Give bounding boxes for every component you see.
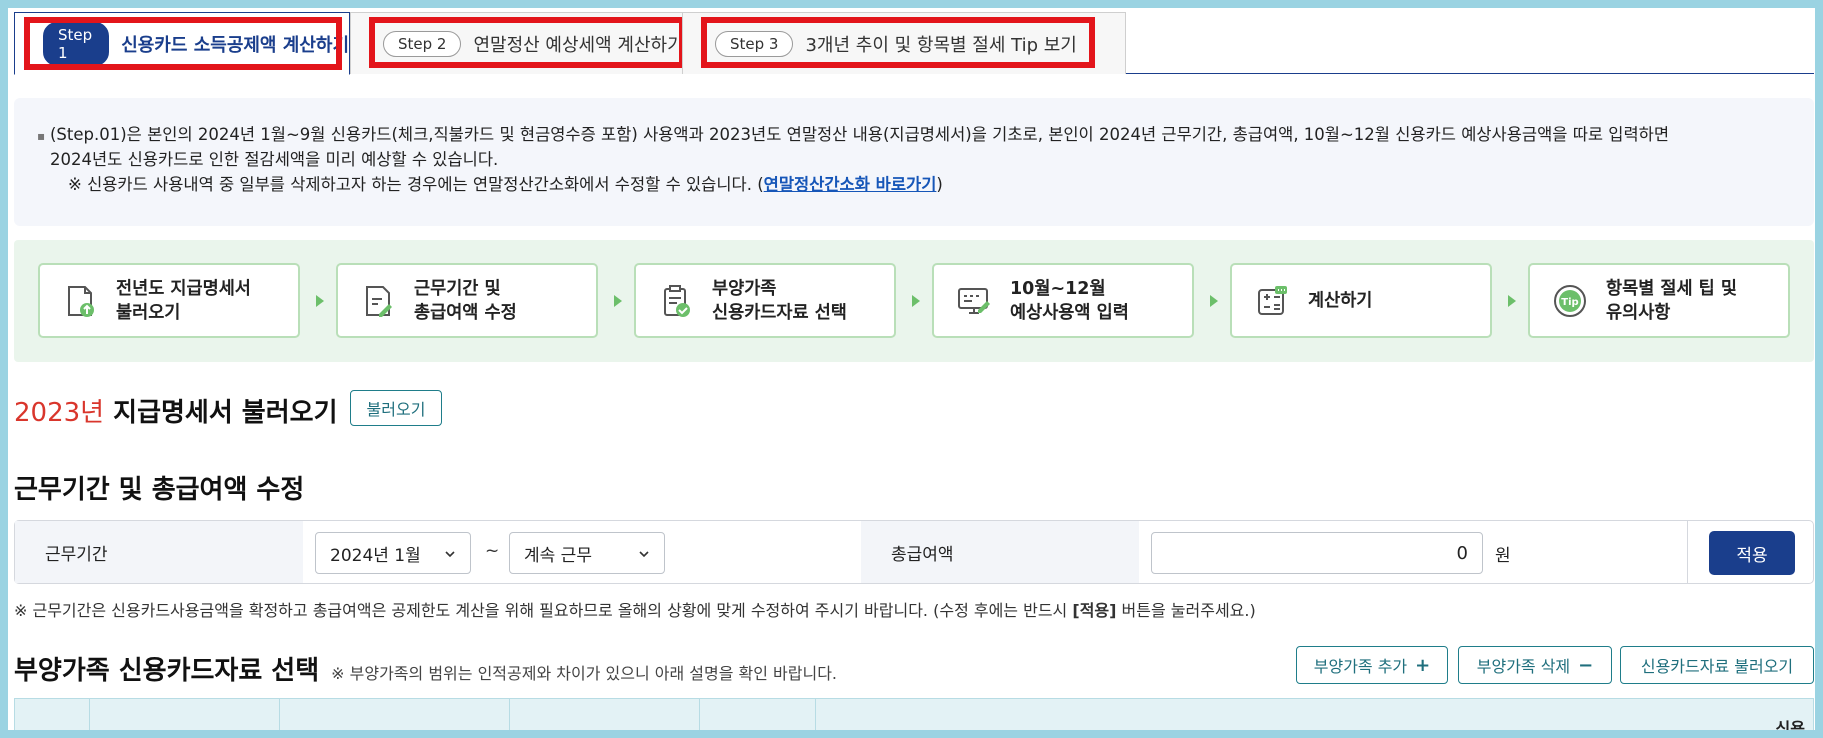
delete-dependent-label: 부양가족 삭제: [1476, 657, 1571, 676]
tab-step-3[interactable]: Step 3 3개년 추이 및 항목별 절세 Tip 보기: [682, 12, 1126, 74]
process-step-load-statement: 전년도 지급명세서 불러오기: [38, 263, 300, 338]
process-step-dependents: 부양가족 신용카드자료 선택: [634, 263, 896, 338]
plus-icon: +: [1415, 654, 1431, 676]
delete-dependent-button[interactable]: 부양가족 삭제 −: [1458, 646, 1612, 684]
arrow-right-icon: [316, 295, 324, 307]
table-column-divider: [509, 699, 510, 738]
tab-highlight-box: [369, 17, 685, 68]
apply-button[interactable]: 적용: [1709, 531, 1795, 575]
start-month-select[interactable]: 2024년 1월: [315, 532, 471, 574]
arrow-right-icon: [1508, 295, 1516, 307]
document-check-icon: [658, 283, 694, 319]
statement-heading: 2023년 지급명세서 불러오기: [14, 392, 338, 429]
notice-line-3-end: ): [936, 175, 943, 194]
add-dependent-label: 부양가족 추가: [1313, 657, 1408, 676]
total-salary-input[interactable]: [1151, 532, 1483, 574]
process-step-label: 항목별 절세 팁 및 유의사항: [1606, 278, 1737, 323]
notice-line-1: (Step.01)은 본인의 2024년 1월~9월 신용카드(체크,직불카드 …: [50, 125, 1670, 144]
document-edit-icon: [360, 283, 396, 319]
salary-label: 총급여액: [861, 521, 1139, 583]
step-tabs: Step 1 신용카드 소득공제액 계산하기 Step 2 연말정산 예상세액 …: [14, 12, 1814, 75]
notice-line-2: 2024년도 신용카드로 인한 절감세액을 미리 예상할 수 있습니다.: [50, 150, 499, 169]
minus-icon: −: [1578, 654, 1594, 676]
period-tilde: ~: [485, 541, 500, 561]
document-upload-icon: [62, 283, 98, 319]
load-statement-button[interactable]: 불러오기: [350, 390, 442, 426]
tab-highlight-box: [24, 17, 342, 70]
table-column-divider: [279, 699, 280, 738]
arrow-right-icon: [912, 295, 920, 307]
process-step-label: 전년도 지급명세서 불러오기: [116, 278, 251, 323]
note-bold: [적용]: [1072, 601, 1117, 620]
statement-year: 2023년: [14, 398, 105, 428]
tip-icon: Tip: [1552, 283, 1588, 319]
process-step-label: 계산하기: [1308, 290, 1373, 311]
chevron-down-icon: [638, 545, 650, 565]
notice-line-3-text: ※ 신용카드 사용내역 중 일부를 삭제하고자 하는 경우에는 연말정산간소화에…: [68, 175, 764, 194]
notice-line-3: ※ 신용카드 사용내역 중 일부를 삭제하고자 하는 경우에는 연말정산간소화에…: [50, 172, 1790, 197]
info-notice: ▪ (Step.01)은 본인의 2024년 1월~9월 신용카드(체크,직불카…: [14, 98, 1814, 226]
dependents-title: 부양가족 신용카드자료 선택: [14, 656, 320, 686]
process-step-label: 10월~12월 예상사용액 입력: [1010, 278, 1129, 323]
process-step-label: 근무기간 및 총급여액 수정: [414, 278, 517, 323]
note-text: ※ 근무기간은 신용카드사용금액을 확정하고 총급여액은 공제한도 계산을 위해…: [14, 601, 1073, 620]
end-month-value: 계속 근무: [524, 545, 592, 566]
table-column-divider: [699, 699, 700, 738]
arrow-right-icon: [614, 295, 622, 307]
table-column-divider: [89, 699, 90, 738]
add-dependent-button[interactable]: 부양가족 추가 +: [1296, 646, 1448, 684]
arrow-right-icon: [1210, 295, 1218, 307]
process-step-label: 부양가족 신용카드자료 선택: [712, 278, 847, 323]
process-step-edit-period: 근무기간 및 총급여액 수정: [336, 263, 598, 338]
calculator-icon: [1254, 283, 1290, 319]
table-column-divider: [815, 699, 816, 738]
process-step-tips: Tip 항목별 절세 팁 및 유의사항: [1528, 263, 1790, 338]
work-section-heading: 근무기간 및 총급여액 수정: [14, 475, 305, 505]
divider: [1687, 521, 1688, 583]
chevron-down-icon: [444, 545, 456, 565]
dependents-table-header: 신용: [14, 698, 1814, 738]
salary-unit: 원: [1495, 546, 1511, 566]
table-header-cell: 신용: [1775, 719, 1805, 738]
work-period-note: ※ 근무기간은 신용카드사용금액을 확정하고 총급여액은 공제한도 계산을 위해…: [14, 597, 1256, 621]
tab-highlight-box: [701, 17, 1095, 68]
monitor-edit-icon: [956, 283, 992, 319]
work-period-row: 근무기간 2024년 1월 ~ 계속 근무 총급여액 원 적용: [14, 520, 1814, 584]
tab-step-1[interactable]: Step 1 신용카드 소득공제액 계산하기: [14, 12, 350, 75]
statement-title: 지급명세서 불러오기: [113, 398, 338, 428]
dependents-heading: 부양가족 신용카드자료 선택 ※ 부양가족의 범위는 인적공제와 차이가 있으니 …: [14, 650, 837, 687]
start-month-value: 2024년 1월: [330, 545, 421, 566]
end-month-select[interactable]: 계속 근무: [509, 532, 665, 574]
load-card-data-button[interactable]: 신용카드자료 불러오기: [1620, 646, 1814, 684]
process-steps: 전년도 지급명세서 불러오기 근무기간 및 총급여액 수정 부양가족 신용카드자…: [14, 240, 1814, 362]
simplified-settlement-link[interactable]: 연말정산간소화 바로가기: [764, 175, 937, 194]
bullet-icon: ▪: [37, 129, 46, 143]
dependents-note: ※ 부양가족의 범위는 인적공제와 차이가 있으니 아래 설명을 확인 바랍니다…: [331, 664, 838, 683]
process-step-calculate: 계산하기: [1230, 263, 1492, 338]
svg-text:Tip: Tip: [1561, 297, 1578, 308]
period-label: 근무기간: [15, 521, 303, 583]
process-step-estimate: 10월~12월 예상사용액 입력: [932, 263, 1194, 338]
note-text-end: 버튼을 눌러주세요.): [1116, 601, 1256, 620]
